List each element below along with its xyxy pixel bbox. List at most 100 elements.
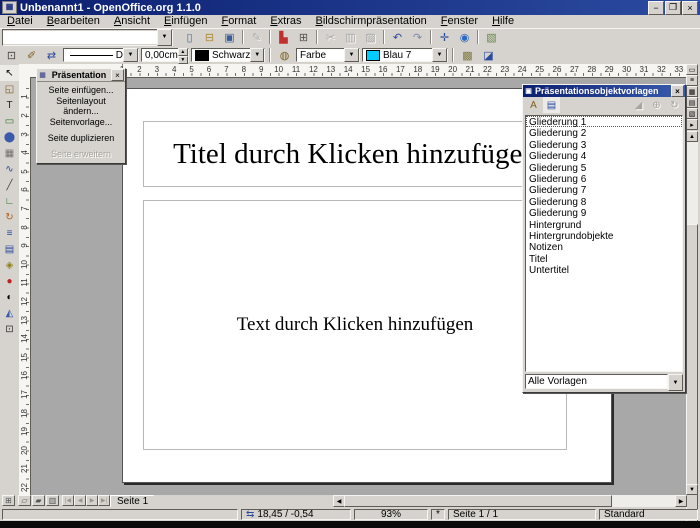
style-item-gliederung-8[interactable]: Gliederung 8 (526, 196, 682, 207)
graphic-styles-icon[interactable]: A (525, 97, 542, 113)
update-style-icon[interactable]: ↻ (666, 97, 683, 113)
interaction-tool-icon[interactable]: ● (0, 273, 19, 289)
style-item-gliederung-1[interactable]: Gliederung 1 (526, 116, 682, 127)
scroll-up-icon[interactable]: ▲ (686, 131, 698, 142)
start-slideshow-icon[interactable]: ▸ (686, 119, 698, 130)
page-mode-icon[interactable]: ▱ (18, 495, 31, 506)
presentation-toolbar-titlebar[interactable]: ▦ Präsentation × (37, 69, 125, 82)
style-item-titel[interactable]: Titel (526, 253, 682, 264)
edit-points-icon[interactable]: ⊡ (2, 47, 21, 64)
select-tool-icon[interactable]: ↖ (0, 65, 19, 81)
edit-file-icon[interactable]: ✎ (247, 29, 266, 46)
outline-view-icon[interactable]: ≡ (686, 75, 698, 86)
text-tool-icon[interactable]: T (0, 97, 19, 113)
line-style-select[interactable]: D ▼ (63, 48, 139, 62)
title-bar[interactable]: ▦ Unbenannt1 - OpenOffice.org 1.1.0 − ❐ … (0, 0, 700, 15)
restore-icon[interactable]: ❐ (665, 1, 681, 15)
fill-type-dropdown-icon[interactable]: ▼ (344, 48, 359, 62)
menu-bearbeiten[interactable]: Bearbeiten (40, 15, 107, 28)
seitenlayout-ändern-button[interactable]: Seitenlayout ändern... (37, 98, 125, 114)
style-item-hintergrundobjekte[interactable]: Hintergrundobjekte (526, 230, 682, 241)
copy-icon[interactable]: ▥ (341, 29, 360, 46)
url-combobox[interactable]: ▼ (2, 29, 173, 46)
style-item-gliederung-9[interactable]: Gliederung 9 (526, 207, 682, 218)
menu-ansicht[interactable]: Ansicht (107, 15, 157, 28)
seitenvorlage-button[interactable]: Seitenvorlage... (37, 114, 125, 130)
style-item-gliederung-5[interactable]: Gliederung 5 (526, 162, 682, 173)
fill-type-select[interactable]: Farbe ▼ (296, 48, 360, 62)
3d-objects-tool-icon[interactable]: ▦ (0, 145, 19, 161)
slide-view-icon[interactable]: ▦ (686, 86, 698, 97)
gallery-icon[interactable]: ▧ (482, 29, 501, 46)
master-mode-icon[interactable]: ▰ (32, 495, 45, 506)
notes-view-icon[interactable]: ▤ (686, 97, 698, 108)
url-input[interactable] (3, 31, 157, 44)
horizontal-scrollbar-thumb[interactable] (344, 495, 612, 507)
undo-icon[interactable]: ↶ (388, 29, 407, 46)
vertical-scrollbar-thumb[interactable] (686, 224, 698, 528)
url-dropdown-icon[interactable]: ▼ (157, 29, 172, 46)
line-color-dropdown-icon[interactable]: ▼ (250, 48, 264, 62)
line-width-field[interactable]: 0,00cm ▲▼ (141, 48, 189, 62)
slideshow-tool-icon[interactable]: ⊡ (0, 321, 19, 337)
seite-duplizieren-button[interactable]: Seite duplizieren (37, 130, 125, 146)
alignment-tool-icon[interactable]: ≡ (0, 225, 19, 241)
line-ends-icon[interactable]: ⇄ (42, 47, 61, 64)
curve-tool-icon[interactable]: ∿ (0, 161, 19, 177)
layer-mode-icon[interactable]: ▥ (46, 495, 59, 506)
fill-color-select[interactable]: Blau 7 ▼ (362, 48, 448, 62)
shadow-icon[interactable]: ▩ (458, 47, 477, 64)
menu-format[interactable]: Format (214, 15, 263, 28)
scroll-down-icon[interactable]: ▼ (686, 484, 698, 495)
hyperlink-icon[interactable]: ◉ (455, 29, 474, 46)
body-placeholder[interactable]: Text durch Klicken hinzufügen (143, 200, 567, 450)
menu-datei[interactable]: Datei (0, 15, 40, 28)
style-list[interactable]: Gliederung 1Gliederung 2Gliederung 3Glie… (525, 115, 683, 372)
next-page-icon[interactable]: ▶ (86, 495, 98, 506)
pen-icon[interactable]: ✐ (22, 47, 41, 64)
minimize-icon[interactable]: − (648, 1, 664, 15)
export-pdf-icon[interactable]: ▙ (274, 29, 293, 46)
menu-bildschirmpräsentation[interactable]: Bildschirmpräsentation (309, 15, 434, 28)
lines-arrows-tool-icon[interactable]: ╱ (0, 177, 19, 193)
scroll-right-icon[interactable]: ▶ (675, 495, 687, 507)
drawing-view-icon[interactable]: ▭ (686, 64, 698, 75)
status-page-field[interactable]: Seite 1 / 1 (448, 509, 596, 520)
paste-icon[interactable]: ▨ (361, 29, 380, 46)
style-item-gliederung-7[interactable]: Gliederung 7 (526, 184, 682, 195)
menu-hilfe[interactable]: Hilfe (485, 15, 521, 28)
redo-icon[interactable]: ↷ (408, 29, 427, 46)
close-icon[interactable]: × (671, 85, 684, 97)
3d-controller-tool-icon[interactable]: ◭ (0, 305, 19, 321)
page-tab[interactable]: Seite 1 (110, 495, 162, 507)
close-icon[interactable]: × (111, 69, 124, 81)
presentation-styles-icon[interactable]: ▤ (543, 97, 560, 113)
animation-effects-tool-icon[interactable]: ◐ (0, 289, 19, 305)
status-zoom-field[interactable]: 93% (354, 509, 428, 520)
fill-bucket-icon[interactable]: ◍ (275, 47, 294, 64)
style-item-notizen[interactable]: Notizen (526, 241, 682, 252)
connector-tool-icon[interactable]: ∟ (0, 193, 19, 209)
fill-color-dropdown-icon[interactable]: ▼ (432, 48, 447, 62)
save-icon[interactable]: ▣ (220, 29, 239, 46)
corner-button[interactable]: ⊞ (2, 495, 15, 506)
menu-fenster[interactable]: Fenster (434, 15, 485, 28)
zoom-tool-icon[interactable]: ◱ (0, 81, 19, 97)
new-style-from-selection-icon[interactable]: ⊕ (648, 97, 665, 113)
title-placeholder[interactable]: Titel durch Klicken hinzufügen (143, 121, 567, 187)
line-style-dropdown-icon[interactable]: ▼ (123, 48, 138, 62)
arrange-tool-icon[interactable]: ▤ (0, 241, 19, 257)
handout-view-icon[interactable]: ▧ (686, 108, 698, 119)
line-width-stepper[interactable]: ▲▼ (178, 48, 188, 62)
open-icon[interactable]: ⊟ (200, 29, 219, 46)
ellipse-tool-icon[interactable]: ⬤ (0, 129, 19, 145)
status-template-field[interactable]: Standard (599, 509, 698, 520)
last-page-icon[interactable]: ▶| (98, 495, 110, 506)
style-item-hintergrund[interactable]: Hintergrund (526, 219, 682, 230)
new-document-icon[interactable]: ▯ (180, 29, 199, 46)
style-item-gliederung-6[interactable]: Gliederung 6 (526, 173, 682, 184)
status-position-field[interactable]: ⇆ 18,45 / -0,54 (241, 509, 351, 520)
style-item-untertitel[interactable]: Untertitel (526, 264, 682, 275)
rectangle-tool-icon[interactable]: ▭ (0, 113, 19, 129)
style-filter-dropdown-icon[interactable]: ▼ (668, 374, 683, 391)
